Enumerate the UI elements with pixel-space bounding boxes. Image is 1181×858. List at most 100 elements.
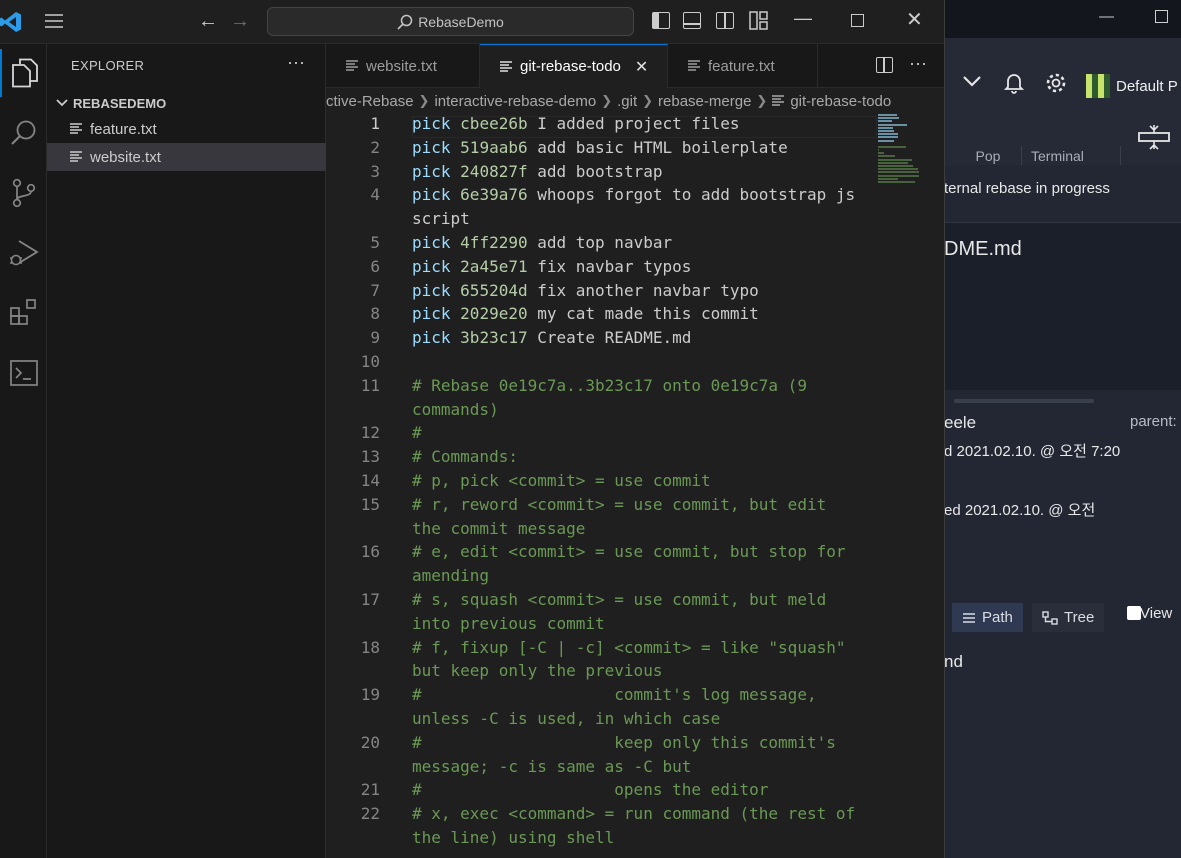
command-center-search[interactable]: RebaseDemo xyxy=(267,7,634,36)
minimap-line xyxy=(878,158,913,161)
tree-icon xyxy=(1042,610,1058,625)
code-line[interactable]: 22 # x, exec <command> = run command (the… xyxy=(326,802,876,850)
line-number: 11 xyxy=(360,375,380,395)
toggle-secondary-sidebar-icon[interactable] xyxy=(716,12,734,29)
breadcrumb-item[interactable]: rebase-merge xyxy=(658,93,751,110)
code-line[interactable]: 7 pick 655204d fix another navbar typo xyxy=(326,279,876,303)
breadcrumb-item[interactable]: git-rebase-todo xyxy=(790,93,891,110)
line-text: pick 6e39a76 whoops forgot to add bootst… xyxy=(380,183,860,231)
extensions-icon[interactable] xyxy=(0,289,47,337)
code-line[interactable]: 5 pick 4ff2290 add top navbar xyxy=(326,231,876,255)
code-line[interactable]: 14 # p, pick <commit> = use commit xyxy=(326,469,876,493)
code-line[interactable]: 21 # opens the editor xyxy=(326,778,876,802)
chevron-down-icon[interactable] xyxy=(962,74,982,93)
close-tab-icon[interactable]: ✕ xyxy=(635,57,648,77)
line-text: # f, fixup [-C | -c] <commit> = like "sq… xyxy=(412,637,856,681)
breadcrumb-item[interactable]: .git xyxy=(617,93,637,110)
line-number: 1 xyxy=(370,114,380,133)
minimap[interactable] xyxy=(878,114,920,239)
minimize-icon[interactable]: — xyxy=(794,8,812,29)
file-list-item[interactable]: nd xyxy=(944,652,963,672)
source-control-icon[interactable] xyxy=(0,169,47,217)
tab-git-rebase-todo[interactable]: git-rebase-todo ✕ xyxy=(480,44,668,88)
search-icon[interactable] xyxy=(0,109,47,157)
line-text: # Commands: xyxy=(412,447,518,467)
code-line[interactable]: 8 pick 2029e20 my cat made this commit xyxy=(326,302,876,326)
minimap-line xyxy=(878,120,893,123)
tab-feature[interactable]: feature.txt xyxy=(668,44,818,88)
code-line[interactable]: 10 xyxy=(326,350,876,374)
code-line[interactable]: 16 # e, edit <commit> = use commit, but s… xyxy=(326,540,876,588)
code-line[interactable]: 1 pick cbee26b I added project files xyxy=(326,112,876,136)
breadcrumb-item[interactable]: ctive-Rebase xyxy=(326,93,414,110)
menu-icon[interactable] xyxy=(44,11,64,36)
maximize-icon[interactable] xyxy=(851,14,864,27)
close-icon[interactable]: ✕ xyxy=(906,7,923,32)
code-line[interactable]: 20 # keep only this commit's message; -c … xyxy=(326,731,876,779)
forward-arrow-icon[interactable]: → xyxy=(230,10,250,33)
toggle-panel-icon[interactable] xyxy=(683,12,701,29)
text-file-icon xyxy=(346,60,358,71)
line-text: # xyxy=(412,423,422,443)
commit-hash: 655204d xyxy=(460,280,528,300)
run-debug-icon[interactable] xyxy=(0,229,47,277)
tree-view-button[interactable]: Tree xyxy=(1032,603,1105,632)
code-line[interactable]: 12 # xyxy=(326,421,876,445)
terminal-icon[interactable] xyxy=(0,349,47,397)
minimap-line xyxy=(878,123,908,126)
breadcrumb-item[interactable]: interactive-rebase-demo xyxy=(434,93,596,110)
command-center-text: RebaseDemo xyxy=(418,13,504,30)
bg-maximize-icon[interactable] xyxy=(1155,10,1168,23)
more-actions-icon[interactable]: ··· xyxy=(287,52,305,73)
commit-message: I added project files xyxy=(527,114,740,133)
view-checkbox[interactable] xyxy=(1127,606,1141,620)
profile-switcher[interactable]: Default P xyxy=(1086,74,1178,98)
code-line[interactable]: 2 pick 519aab6 add basic HTML boilerplate xyxy=(326,136,876,160)
split-editor-icon[interactable] xyxy=(876,57,893,73)
title-bar: ← → RebaseDemo — ✕ xyxy=(0,0,944,44)
customize-layout-icon[interactable] xyxy=(749,11,768,35)
bg-titlebar: — xyxy=(944,0,1181,38)
tab-website[interactable]: website.txt xyxy=(326,44,480,88)
code-line[interactable]: 17 # s, squash <commit> = use commit, but… xyxy=(326,588,876,636)
panel-resize-handle[interactable] xyxy=(954,399,1094,403)
minimap-line xyxy=(878,149,879,152)
bg-minimize-icon[interactable]: — xyxy=(1099,8,1114,25)
code-line[interactable]: 3 pick 240827f add bootstrap xyxy=(326,160,876,184)
commit-hash: 4ff2290 xyxy=(460,232,528,252)
path-view-button[interactable]: Path xyxy=(952,603,1023,632)
file-item-website[interactable]: website.txt xyxy=(47,143,326,171)
explorer-icon[interactable] xyxy=(0,49,47,97)
rebase-command: pick xyxy=(412,137,451,157)
code-line[interactable]: 19 # commit's log message, unless -C is u… xyxy=(326,683,876,731)
line-text: # e, edit <commit> = use commit, but sto… xyxy=(412,542,856,586)
code-editor[interactable]: 1 pick cbee26b I added project files 2 pick… xyxy=(326,112,876,850)
minimap-line xyxy=(878,171,920,174)
toggle-primary-sidebar-icon[interactable] xyxy=(652,12,670,29)
line-text: pick 655204d fix another navbar typo xyxy=(380,279,860,303)
back-arrow-icon[interactable]: ← xyxy=(198,10,218,33)
code-line[interactable]: 15 # r, reword <commit> = use commit, but… xyxy=(326,493,876,541)
commit-hash: 6e39a76 xyxy=(460,185,528,205)
code-line[interactable]: 18 # f, fixup [-C | -c] <commit> = like "… xyxy=(326,636,876,684)
parent-label: parent: xyxy=(1130,413,1177,430)
file-item-feature[interactable]: feature.txt xyxy=(47,115,326,143)
bell-icon[interactable] xyxy=(1003,72,1025,99)
code-line[interactable]: 9 pick 3b23c17 Create README.md xyxy=(326,326,876,350)
code-line[interactable]: 6 pick 2a45e71 fix navbar typos xyxy=(326,255,876,279)
gear-icon[interactable] xyxy=(1045,72,1067,99)
more-actions-icon[interactable]: ··· xyxy=(909,53,927,74)
line-number: 13 xyxy=(360,447,380,467)
rebase-status-banner: ternal rebase in progress xyxy=(944,165,1181,223)
folder-header[interactable]: REBASEDEMO xyxy=(47,92,326,114)
layout-toggle-icon[interactable] xyxy=(1137,123,1171,158)
minimap-line xyxy=(878,180,916,183)
line-text: # commit's log message, unless -C is use… xyxy=(412,685,827,728)
line-number: 16 xyxy=(360,542,380,562)
file-name: website.txt xyxy=(90,148,161,166)
code-line[interactable]: 13 # Commands: xyxy=(326,445,876,469)
commit-message: Create README.md xyxy=(527,328,692,348)
code-line[interactable]: 4 pick 6e39a76 whoops forgot to add boots… xyxy=(326,183,876,231)
code-line[interactable]: 11 # Rebase 0e19c7a..3b23c17 onto 0e19c7a… xyxy=(326,374,876,422)
author-name: eele xyxy=(944,413,977,432)
